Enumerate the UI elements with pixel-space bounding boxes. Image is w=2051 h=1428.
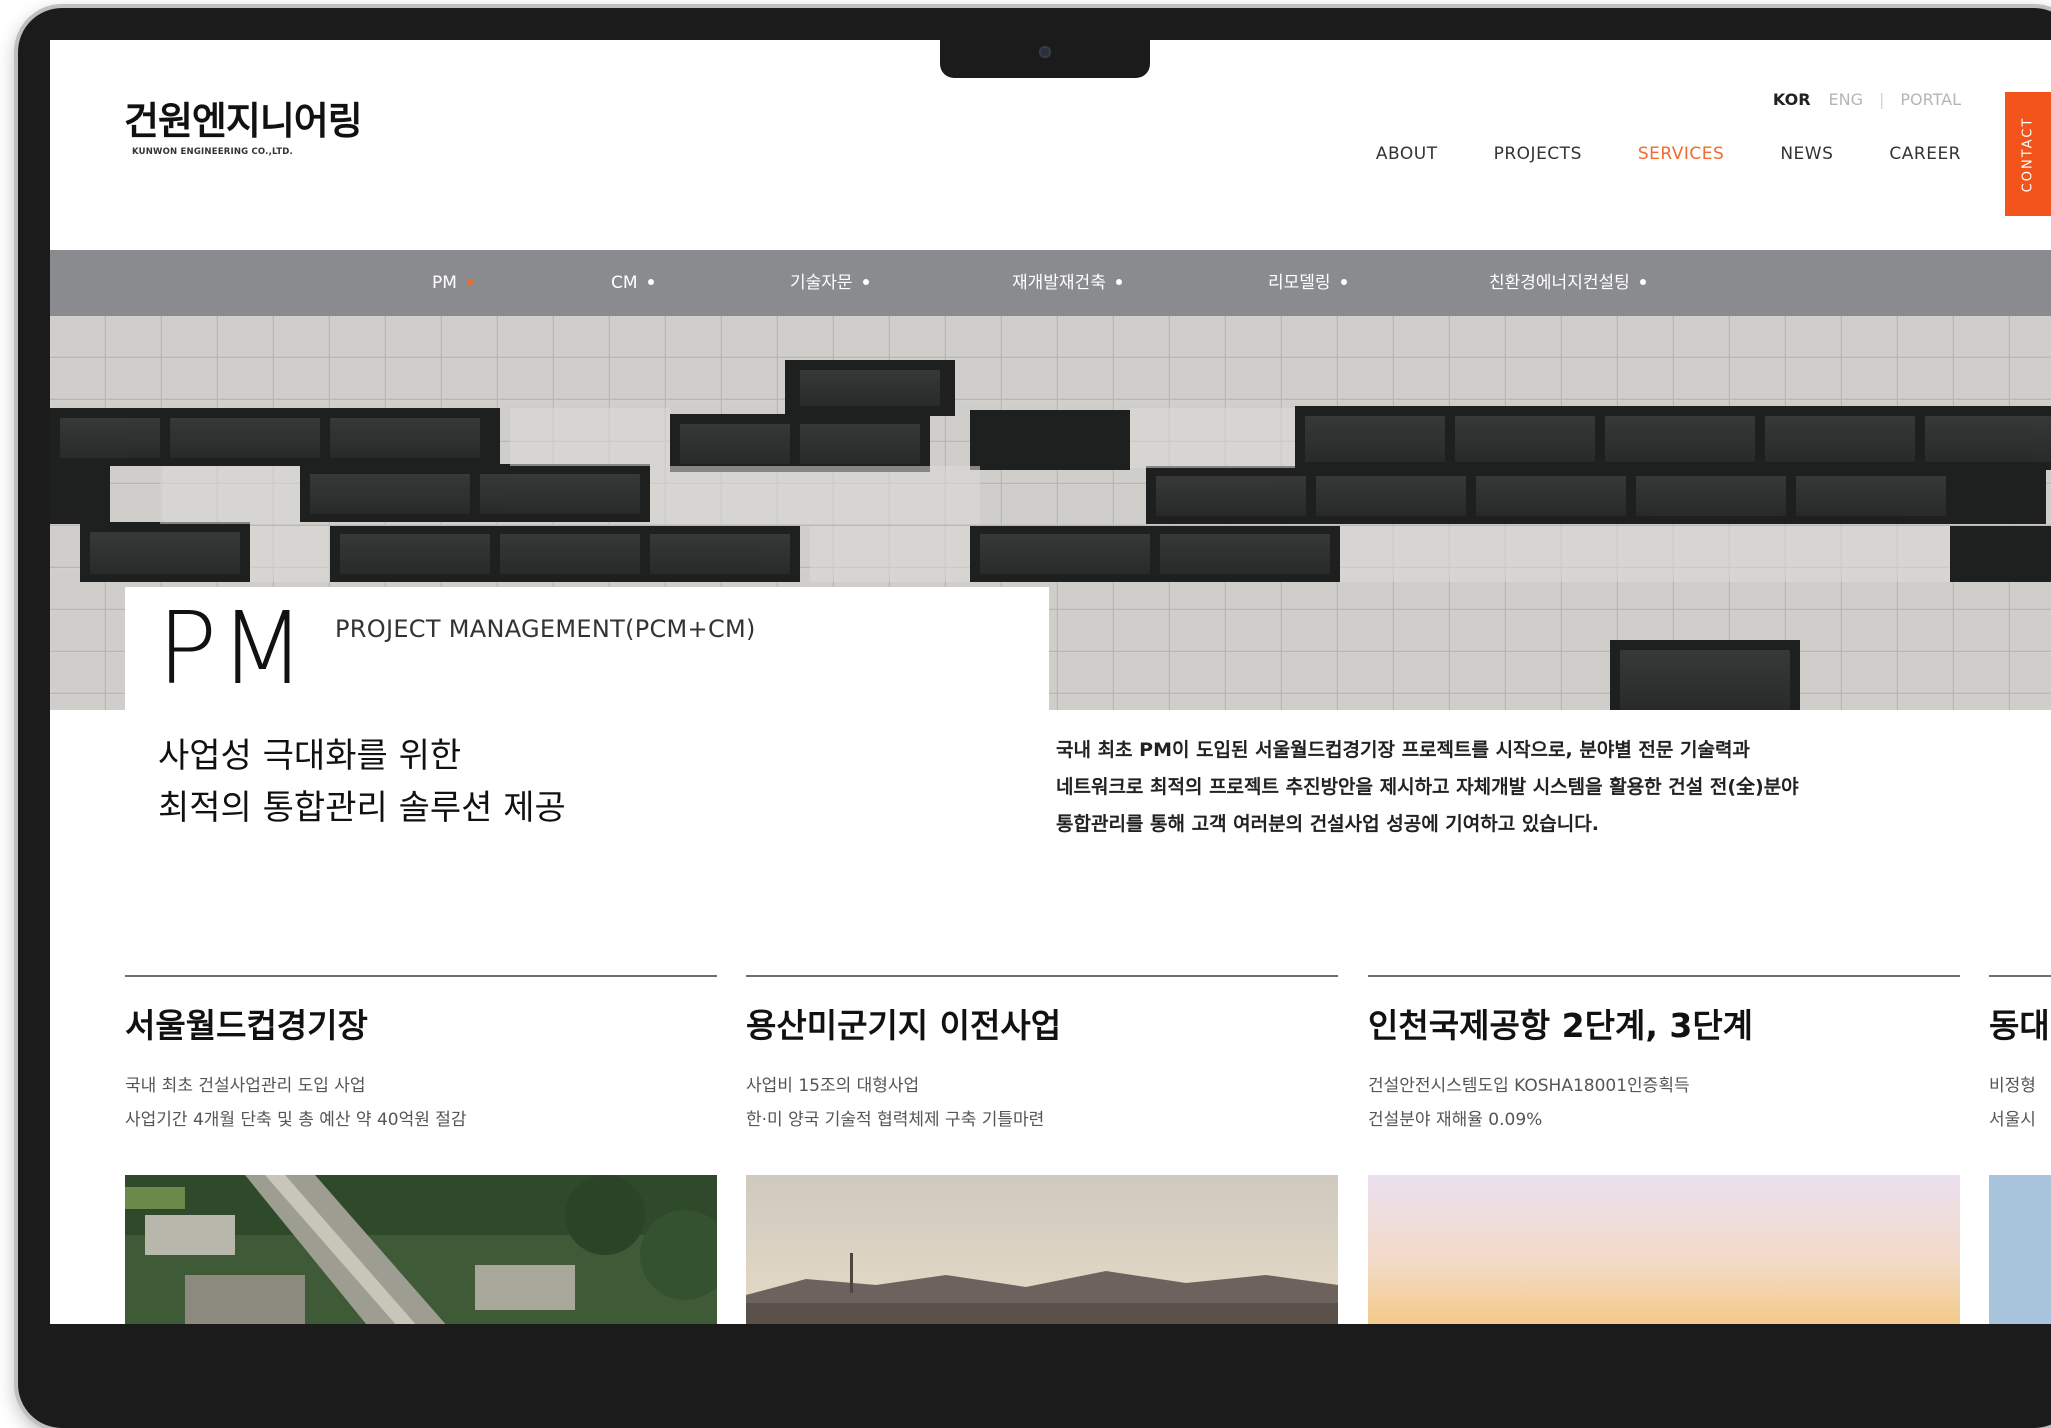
nav-projects[interactable]: PROJECTS bbox=[1494, 144, 1582, 164]
logo-text: 건원엔지니어링 bbox=[124, 99, 363, 143]
sub-nav: PM CM 기술자문 재개발재건축 리모델링 친환경에너지컨설팅 bbox=[50, 250, 2051, 316]
card-description: 건설안전시스템도입 KOSHA18001인증획득 건설분야 재해율 0.09% bbox=[1368, 1069, 1960, 1137]
subnav-green-energy[interactable]: 친환경에너지컨설팅 bbox=[1489, 250, 1646, 316]
card-desc-line: 서울시 bbox=[1989, 1110, 2036, 1130]
card-desc-line: 건설안전시스템도입 KOSHA18001인증획득 bbox=[1368, 1076, 1690, 1096]
headline-line-2: 최적의 통합관리 솔루션 제공 bbox=[158, 788, 566, 828]
card-title: 인천국제공항 2단계, 3단계 bbox=[1368, 1006, 1754, 1045]
lang-kor-link[interactable]: KOR bbox=[1773, 90, 1811, 109]
card-divider bbox=[125, 975, 717, 977]
portal-link[interactable]: PORTAL bbox=[1900, 90, 1961, 109]
contact-button[interactable]: CONTACT bbox=[2005, 92, 2051, 216]
dot-icon bbox=[1340, 279, 1347, 285]
project-card-yongsan[interactable]: 용산미군기지 이전사업 사업비 15조의 대형사업 한·미 양국 기술적 협력체… bbox=[746, 975, 1338, 1324]
card-desc-line: 사업기간 4개월 단축 및 총 예산 약 40억원 절감 bbox=[125, 1110, 467, 1130]
lang-eng-link[interactable]: ENG bbox=[1829, 90, 1863, 109]
contact-label: CONTACT bbox=[2020, 116, 2036, 192]
card-divider bbox=[1368, 975, 1960, 977]
card-desc-line: 국내 최초 건설사업관리 도입 사업 bbox=[125, 1076, 366, 1096]
project-card-world-cup-stadium[interactable]: 서울월드컵경기장 국내 최초 건설사업관리 도입 사업 사업기간 4개월 단축 … bbox=[125, 975, 717, 1324]
subnav-cm[interactable]: CM bbox=[611, 250, 654, 316]
card-desc-line: 비정형 bbox=[1989, 1076, 2036, 1096]
page-title: PM bbox=[157, 590, 308, 707]
nav-about[interactable]: ABOUT bbox=[1376, 144, 1438, 164]
project-image-sunset bbox=[1368, 1175, 1960, 1324]
card-title: 서울월드컵경기장 bbox=[125, 1006, 368, 1045]
nav-news[interactable]: NEWS bbox=[1780, 144, 1833, 164]
camera-icon bbox=[1039, 46, 1051, 58]
active-dot-icon bbox=[466, 279, 473, 285]
lang-divider: | bbox=[1879, 90, 1885, 109]
dot-icon bbox=[1115, 279, 1122, 285]
description-line-1: 국내 최초 PM이 도입된 서울월드컵경기장 프로젝트를 시작으로, 분야별 전… bbox=[1056, 739, 1750, 761]
page-subtitle: PROJECT MANAGEMENT(PCM+CM) bbox=[335, 615, 756, 643]
dot-icon bbox=[1639, 279, 1646, 285]
headline-line-1: 사업성 극대화를 위한 bbox=[158, 736, 462, 776]
main-nav: ABOUT PROJECTS SERVICES NEWS CAREER bbox=[1320, 144, 1961, 164]
dot-icon bbox=[647, 279, 654, 285]
subnav-redevelopment[interactable]: 재개발재건축 bbox=[1012, 250, 1122, 316]
card-title: 동대 bbox=[1989, 1006, 2050, 1045]
project-image-sky bbox=[1989, 1175, 2051, 1324]
card-desc-line: 한·미 양국 기술적 협력체제 구축 기틀마련 bbox=[746, 1110, 1045, 1130]
description-line-2: 네트워크로 최적의 프로젝트 추진방안을 제시하고 자체개발 시스템을 활용한 … bbox=[1056, 776, 1799, 798]
card-desc-line: 건설분야 재해율 0.09% bbox=[1368, 1110, 1543, 1130]
laptop-bottom-bezel bbox=[18, 1324, 2051, 1384]
card-description: 사업비 15조의 대형사업 한·미 양국 기술적 협력체제 구축 기틀마련 bbox=[746, 1069, 1338, 1137]
card-title: 용산미군기지 이전사업 bbox=[746, 1006, 1062, 1045]
subnav-remodeling[interactable]: 리모델링 bbox=[1268, 250, 1347, 316]
project-image-aerial bbox=[125, 1175, 717, 1324]
subnav-pm[interactable]: PM bbox=[432, 250, 473, 316]
card-description: 국내 최초 건설사업관리 도입 사업 사업기간 4개월 단축 및 총 예산 약 … bbox=[125, 1069, 717, 1137]
card-divider bbox=[1989, 975, 2051, 977]
dot-icon bbox=[862, 279, 869, 285]
card-divider bbox=[746, 975, 1338, 977]
nav-services[interactable]: SERVICES bbox=[1638, 144, 1724, 164]
project-image-city bbox=[746, 1175, 1338, 1324]
project-card-partial[interactable]: 동대 비정형 서울시 bbox=[1989, 975, 2051, 1324]
intro-description: 국내 최초 PM이 도입된 서울월드컵경기장 프로젝트를 시작으로, 분야별 전… bbox=[1056, 732, 1976, 843]
card-description: 비정형 서울시 bbox=[1989, 1069, 2051, 1137]
logo-subtext: KUNWON ENGINEERING CO.,LTD. bbox=[132, 147, 293, 157]
title-panel: PM PROJECT MANAGEMENT(PCM+CM) bbox=[125, 587, 1049, 747]
project-card-incheon-airport[interactable]: 인천국제공항 2단계, 3단계 건설안전시스템도입 KOSHA18001인증획득… bbox=[1368, 975, 1960, 1324]
nav-career[interactable]: CAREER bbox=[1889, 144, 1961, 164]
subnav-consulting[interactable]: 기술자문 bbox=[790, 250, 869, 316]
browser-screen: 건원엔지니어링 KUNWON ENGINEERING CO.,LTD. KOR … bbox=[50, 40, 2051, 1324]
site-logo[interactable]: 건원엔지니어링 KUNWON ENGINEERING CO.,LTD. bbox=[124, 90, 363, 157]
language-switcher: KOR ENG | PORTAL bbox=[1773, 90, 1961, 109]
description-line-3: 통합관리를 통해 고객 여러분의 건설사업 성공에 기여하고 있습니다. bbox=[1056, 813, 1599, 835]
headline: 사업성 극대화를 위한 최적의 통합관리 솔루션 제공 bbox=[158, 730, 566, 834]
card-desc-line: 사업비 15조의 대형사업 bbox=[746, 1076, 920, 1096]
camera-notch bbox=[940, 40, 1150, 78]
